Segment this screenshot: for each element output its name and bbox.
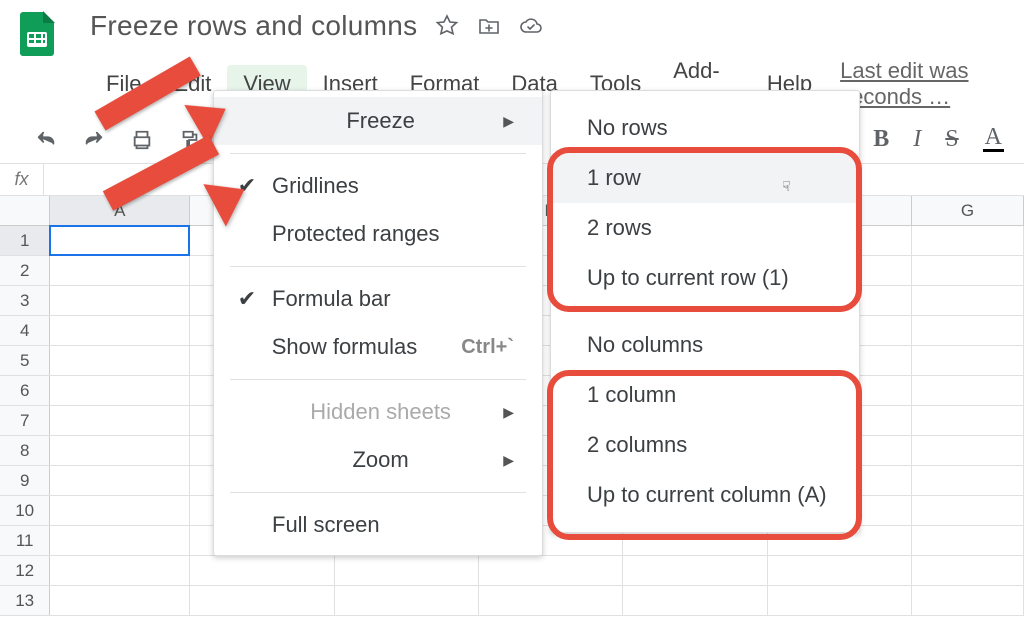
freeze-2-columns[interactable]: 2 columns [551,420,859,470]
row-header[interactable]: 11 [0,526,50,555]
menu-item-protected-ranges[interactable]: Protected ranges [214,210,542,258]
cell[interactable] [912,466,1024,495]
strike-button[interactable]: S [945,126,958,153]
paint-format-icon[interactable] [178,128,202,152]
cell[interactable] [50,436,190,465]
menu-item-zoom[interactable]: Zoom ▶ [214,436,542,484]
menu-item-formula-bar[interactable]: ✔Formula bar [214,275,542,323]
row-header[interactable]: 13 [0,586,50,615]
submenu-arrow-icon: ▶ [503,452,514,469]
move-folder-icon[interactable] [477,14,501,38]
menu-file[interactable]: File [90,65,157,103]
cell[interactable] [190,586,334,615]
row-header[interactable]: 9 [0,466,50,495]
cell[interactable] [50,226,190,255]
redo-icon[interactable] [82,128,106,152]
cell[interactable] [623,586,767,615]
row-header[interactable]: 6 [0,376,50,405]
cell[interactable] [335,556,479,585]
cell[interactable] [479,556,623,585]
cell[interactable] [912,316,1024,345]
cell[interactable] [479,586,623,615]
freeze-1-row[interactable]: 1 row [551,153,859,203]
freeze-no-rows[interactable]: No rows [551,103,859,153]
cell[interactable] [335,586,479,615]
menu-item-freeze[interactable]: Freeze ▶ [214,97,542,145]
submenu-arrow-icon: ▶ [503,404,514,421]
grid-row: 12 [0,556,1024,586]
view-menu: Freeze ▶ ✔Gridlines Protected ranges ✔Fo… [213,90,543,556]
column-header[interactable]: G [912,196,1024,225]
document-title[interactable]: Freeze rows and columns [90,10,417,42]
sheets-logo [12,10,62,60]
cell[interactable] [912,556,1024,585]
grid-row: 13 [0,586,1024,616]
cell[interactable] [50,376,190,405]
menu-item-gridlines[interactable]: ✔Gridlines [214,162,542,210]
cell[interactable] [190,556,334,585]
cell[interactable] [50,466,190,495]
menu-item-show-formulas[interactable]: Show formulas Ctrl+` [214,323,542,371]
cell[interactable] [50,256,190,285]
cell[interactable] [50,496,190,525]
cloud-status-icon[interactable] [519,14,543,38]
row-header[interactable]: 5 [0,346,50,375]
freeze-2-rows[interactable]: 2 rows [551,203,859,253]
cell[interactable] [50,346,190,375]
cell[interactable] [912,526,1024,555]
row-header[interactable]: 1 [0,226,50,255]
print-icon[interactable] [130,128,154,152]
cell[interactable] [912,496,1024,525]
italic-button[interactable]: I [913,126,921,153]
row-header[interactable]: 3 [0,286,50,315]
freeze-up-to-column[interactable]: Up to current column (A) [551,470,859,520]
cell[interactable] [912,436,1024,465]
cell[interactable] [912,256,1024,285]
cell[interactable] [768,586,912,615]
row-header[interactable]: 8 [0,436,50,465]
cell[interactable] [912,586,1024,615]
row-header[interactable]: 7 [0,406,50,435]
cursor-icon: ☟ [782,178,791,195]
text-color-button[interactable]: A [983,127,1004,152]
cell[interactable] [50,526,190,555]
cell[interactable] [50,406,190,435]
freeze-submenu: No rows 1 row 2 rows Up to current row (… [550,90,860,533]
cell[interactable] [768,556,912,585]
menu-item-hidden-sheets: Hidden sheets ▶ [214,388,542,436]
cell[interactable] [50,586,190,615]
last-edit-link[interactable]: Last edit was seconds … [840,58,1024,110]
undo-icon[interactable] [34,128,58,152]
column-header[interactable]: A [50,196,190,225]
cell[interactable] [912,346,1024,375]
freeze-1-column[interactable]: 1 column [551,370,859,420]
cell[interactable] [912,286,1024,315]
cell[interactable] [912,406,1024,435]
bold-button[interactable]: B [873,126,889,153]
cell[interactable] [50,286,190,315]
row-header[interactable]: 12 [0,556,50,585]
freeze-no-columns[interactable]: No columns [551,320,859,370]
cell[interactable] [623,556,767,585]
row-header[interactable]: 10 [0,496,50,525]
row-header[interactable]: 4 [0,316,50,345]
cell[interactable] [912,376,1024,405]
menu-item-full-screen[interactable]: Full screen [214,501,542,549]
select-all-corner[interactable] [0,196,50,225]
cell[interactable] [50,556,190,585]
fx-icon: fx [0,164,44,195]
freeze-up-to-row[interactable]: Up to current row (1) [551,253,859,303]
cell[interactable] [50,316,190,345]
star-icon[interactable] [435,14,459,38]
row-header[interactable]: 2 [0,256,50,285]
submenu-arrow-icon: ▶ [503,113,514,130]
cell[interactable] [912,226,1024,255]
